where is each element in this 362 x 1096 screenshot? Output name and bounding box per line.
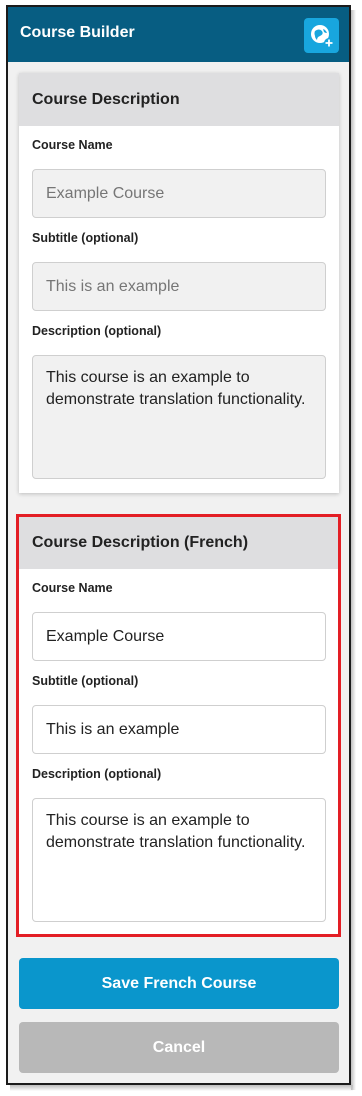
subtitle-field: This is an example — [32, 262, 326, 311]
subtitle-value: This is an example — [46, 277, 180, 295]
description-label: Description (optional) — [32, 324, 162, 338]
course-name-field: Example Course — [32, 169, 326, 218]
subtitle-label: Subtitle (optional) — [32, 231, 139, 245]
frame-shadow-bottom — [10, 1085, 353, 1091]
save-french-course-button[interactable]: Save French Course — [19, 958, 339, 1009]
frame-shadow-right — [351, 10, 356, 1090]
language-button[interactable] — [304, 18, 339, 53]
course-builder-window: Course Builder Course Description Course… — [6, 5, 351, 1085]
cancel-button[interactable]: Cancel — [19, 1022, 339, 1073]
app-title: Course Builder — [20, 24, 135, 41]
description-field: This course is an example to demonstrate… — [32, 355, 326, 479]
course-name-value: Example Course — [46, 184, 165, 202]
highlight-box — [16, 514, 341, 937]
app-header: Course Builder — [8, 7, 349, 62]
globe-add-icon — [311, 25, 334, 48]
panel-title: Course Description — [19, 73, 339, 126]
course-name-label: Course Name — [32, 138, 113, 152]
course-description-panel: Course Description Course Name Example C… — [19, 73, 339, 493]
